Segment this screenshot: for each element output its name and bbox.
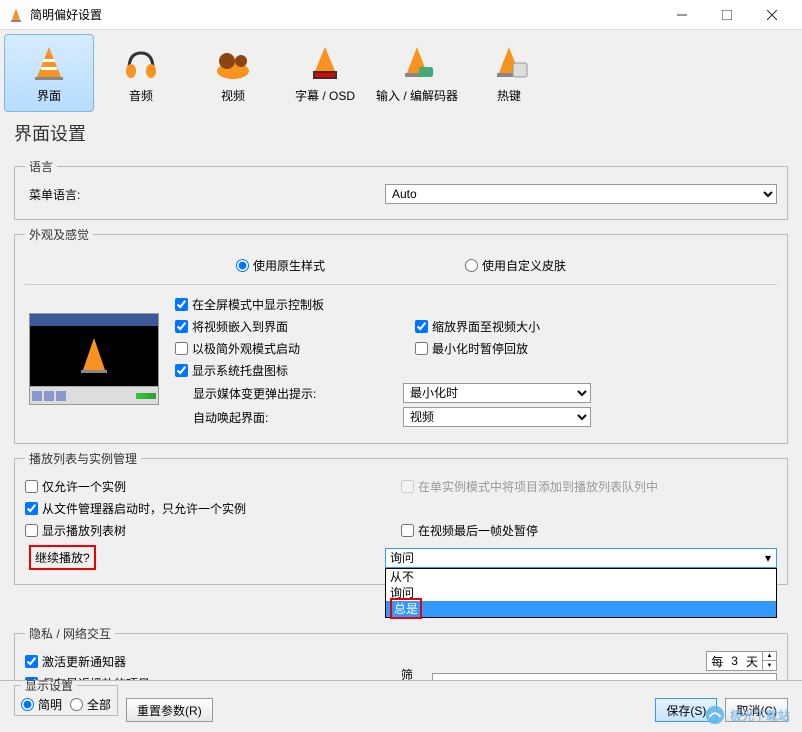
group-appearance: 外观及感觉 使用原生样式 使用自定义皮肤 — [14, 226, 788, 444]
page-title: 界面设置 — [0, 112, 802, 154]
cb-show-playlist-tree[interactable]: 显示播放列表树 — [25, 519, 401, 541]
continue-playback-select[interactable]: 询问 ▾ 从不 询问 总是 — [385, 548, 777, 568]
tab-hotkeys[interactable]: 热键 — [464, 34, 554, 112]
headphones-icon — [121, 43, 161, 83]
app-icon — [8, 7, 24, 23]
group-playlist: 播放列表与实例管理 仅允许一个实例 从文件管理器启动时，只允许一个实例 显示播放… — [14, 450, 788, 585]
tab-interface[interactable]: 界面 — [4, 34, 94, 112]
cb-update-notifier[interactable]: 激活更新通知器 — [25, 650, 401, 672]
radio-all[interactable]: 全部 — [70, 696, 111, 713]
continue-playback-label: 继续播放? — [29, 545, 96, 570]
media-change-label: 显示媒体变更弹出提示: — [193, 385, 403, 402]
auto-raise-select[interactable]: 视频 — [403, 407, 591, 427]
radio-input[interactable] — [465, 259, 478, 272]
update-interval-spinner[interactable]: 每 3 天 ▲▼ — [706, 651, 777, 671]
hotkey-icon — [489, 43, 529, 83]
cb-minimal-start[interactable]: 以极简外观模式启动 — [175, 337, 385, 359]
auto-raise-label: 自动唤起界面: — [193, 409, 403, 426]
chevron-down-icon: ▾ — [760, 551, 776, 565]
close-button[interactable] — [749, 0, 794, 30]
settings-content: 语言 菜单语言: Auto 外观及感觉 使用原生样式 使用自定义皮肤 — [0, 154, 802, 692]
spinner-up[interactable]: ▲ — [762, 652, 776, 661]
tab-audio[interactable]: 音频 — [96, 34, 186, 112]
group-legend: 隐私 / 网络交互 — [25, 625, 115, 642]
tab-label: 字幕 / OSD — [295, 87, 355, 104]
radio-input[interactable] — [236, 259, 249, 272]
save-button[interactable]: 保存(S) — [655, 698, 717, 722]
category-tabs: 界面 音频 视频 字幕 / OSD 输入 / 编解码器 热键 — [0, 30, 802, 112]
cb-systray-icon[interactable]: 显示系统托盘图标 — [175, 359, 385, 381]
tab-label: 热键 — [497, 87, 521, 104]
cb-pause-last-frame[interactable]: 在视频最后一帧处暂停 — [401, 519, 777, 541]
radio-label: 使用自定义皮肤 — [482, 257, 566, 274]
preview-thumbnail — [29, 313, 159, 405]
group-legend: 外观及感觉 — [25, 226, 93, 243]
tab-video[interactable]: 视频 — [188, 34, 278, 112]
maximize-button[interactable] — [704, 0, 749, 30]
titlebar: 简明偏好设置 — [0, 0, 802, 30]
tab-label: 视频 — [221, 87, 245, 104]
menu-language-label: 菜单语言: — [25, 186, 385, 203]
cb-fullscreen-controller[interactable]: 在全屏模式中显示控制板 — [175, 293, 385, 315]
film-icon — [213, 43, 253, 83]
cb-pause-minimize[interactable]: 最小化时暂停回放 — [415, 337, 615, 359]
radio-native-style[interactable]: 使用原生样式 — [236, 257, 325, 274]
cb-embed-video[interactable]: 将视频嵌入到界面 — [175, 315, 385, 337]
dropdown-list: 从不 询问 总是 — [385, 568, 777, 618]
dropdown-option[interactable]: 从不 — [386, 569, 776, 585]
media-change-select[interactable]: 最小化时 — [403, 383, 591, 403]
tab-label: 输入 / 编解码器 — [376, 87, 458, 104]
tab-subtitles[interactable]: 字幕 / OSD — [280, 34, 370, 112]
window-title: 简明偏好设置 — [30, 6, 659, 23]
radio-label: 使用原生样式 — [253, 257, 325, 274]
cb-resize-to-video[interactable]: 缩放界面至视频大小 — [415, 315, 615, 337]
tab-label: 音频 — [129, 87, 153, 104]
spinner-down[interactable]: ▼ — [762, 661, 776, 670]
subtitle-icon — [305, 43, 345, 83]
dropdown-option[interactable]: 总是 — [386, 601, 776, 617]
dropdown-option[interactable]: 询问 — [386, 585, 776, 601]
radio-custom-skin[interactable]: 使用自定义皮肤 — [465, 257, 566, 274]
group-language: 语言 菜单语言: Auto — [14, 158, 788, 220]
minimize-button[interactable] — [659, 0, 704, 30]
cone-icon — [29, 43, 69, 83]
group-legend: 语言 — [25, 158, 57, 175]
cancel-button[interactable]: 取消(C) — [725, 698, 788, 722]
group-legend: 播放列表与实例管理 — [25, 450, 141, 467]
cb-enqueue-in-single: 在单实例模式中将项目添加到播放列表队列中 — [401, 475, 777, 497]
cb-one-instance[interactable]: 仅允许一个实例 — [25, 475, 401, 497]
tab-label: 界面 — [37, 87, 61, 104]
tab-codecs[interactable]: 输入 / 编解码器 — [372, 34, 462, 112]
bottom-bar: 显示设置 简明 全部 重置参数(R) 保存(S) 取消(C) — [0, 680, 802, 732]
reset-button[interactable]: 重置参数(R) — [126, 698, 213, 722]
codec-icon — [397, 43, 437, 83]
menu-language-select[interactable]: Auto — [385, 184, 777, 204]
cb-filemanager-one-instance[interactable]: 从文件管理器启动时，只允许一个实例 — [25, 497, 401, 519]
radio-simple[interactable]: 简明 — [21, 696, 62, 713]
group-display-settings: 显示设置 简明 全部 — [14, 677, 118, 716]
